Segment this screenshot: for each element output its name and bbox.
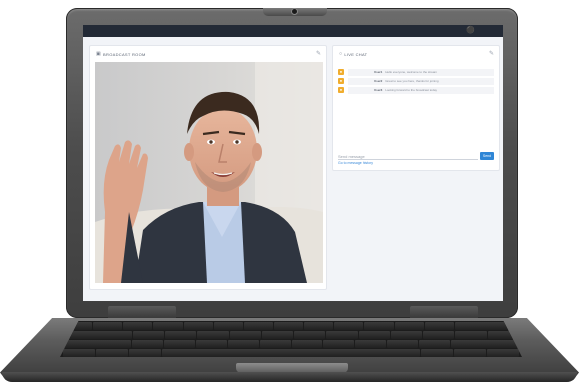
list-item: ● User2 Great to see you here, thanks fo… [338,77,494,85]
chat-message: User1 Hello everyone, welcome to the str… [348,68,494,76]
message-history-link[interactable]: Go to message history [338,161,373,165]
chat-message-text: Hello everyone, welcome to the stream [385,69,438,74]
chat-panel-title: LIVE CHAT [344,51,368,57]
chat-message-user: User2 [374,78,383,83]
chat-message-user: User1 [374,69,383,74]
chat-message: User2 Great to see you here, thanks for … [348,77,494,85]
keyboard [60,321,522,357]
chat-icon: ○ [339,51,343,57]
avatar: ● [338,69,344,75]
chat-message-text: Great to see you here, thanks for joinin… [385,78,439,83]
laptop-screen: ⚫ ▣ BROADCAST ROOM ✎ ○ LIVE CHAT ✎ ● Use… [83,25,503,301]
chat-message-input[interactable] [338,153,478,160]
video-camera-icon: ▣ [96,51,102,57]
chat-message: User3 Looking forward to the broadcast t… [348,86,494,94]
chat-message-user: User3 [374,87,383,92]
chat-panel: ○ LIVE CHAT ✎ ● User1 Hello everyone, we… [332,45,500,171]
broadcast-panel-header: ▣ BROADCAST ROOM [96,51,146,57]
chat-panel-header: ○ LIVE CHAT [339,51,367,57]
avatar: ● [338,87,344,93]
webcam-icon [292,9,297,14]
broadcast-panel-title: BROADCAST ROOM [103,51,146,57]
chat-message-text: Looking forward to the broadcast today [385,87,438,92]
video-stream[interactable] [95,62,323,283]
avatar: ● [338,78,344,84]
pencil-icon[interactable]: ✎ [316,50,321,57]
user-icon[interactable]: ⚫ [466,27,475,35]
list-item: ● User3 Looking forward to the broadcast… [338,86,494,94]
pencil-icon[interactable]: ✎ [489,50,494,57]
presenter-video-frame [95,62,323,283]
chat-message-list: ● User1 Hello everyone, welcome to the s… [338,68,494,95]
app-top-bar: ⚫ [83,25,503,37]
broadcast-panel: ▣ BROADCAST ROOM ✎ [89,45,327,290]
list-item: ● User1 Hello everyone, welcome to the s… [338,68,494,76]
send-button[interactable]: Send [480,152,494,160]
laptop-base-front [2,372,577,382]
